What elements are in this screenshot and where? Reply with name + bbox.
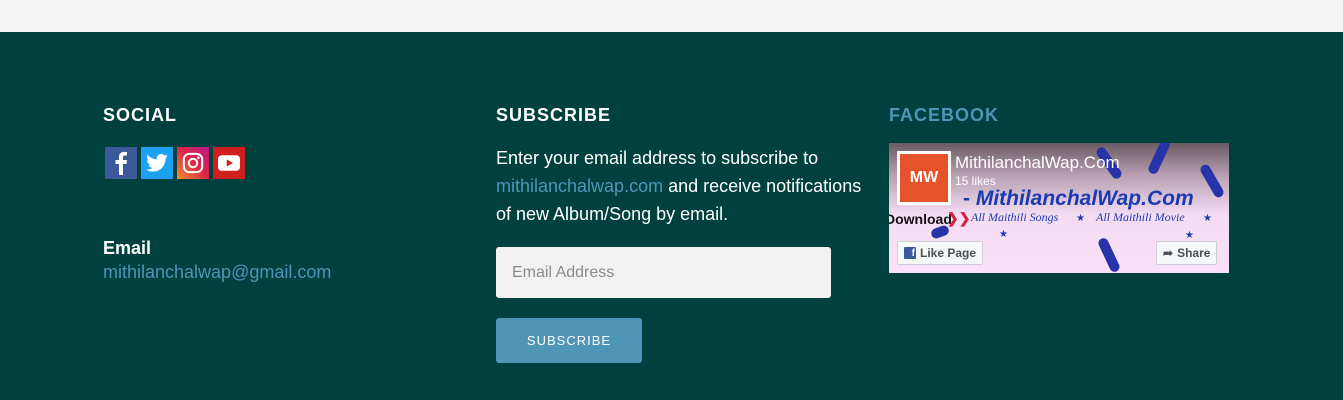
star-icon: ★	[1076, 213, 1085, 224]
page-logo[interactable]: MW	[897, 151, 951, 205]
page-name[interactable]: MithilanchalWap.Com	[955, 153, 1120, 173]
facebook-icon: f	[904, 247, 916, 259]
social-column: SOCIAL Email mithilanchalwap@gmail.com	[103, 104, 443, 285]
page-logo-mark: MW	[900, 154, 948, 202]
email-address-input[interactable]	[496, 247, 831, 298]
subscribe-description: Enter your email address to subscribe to…	[496, 144, 866, 228]
star-icon: ★	[1203, 213, 1212, 224]
cover-movie-text: All Maithili Movie	[1096, 210, 1185, 224]
subscribe-column: SUBSCRIBE Enter your email address to su…	[496, 104, 866, 363]
top-bar	[0, 0, 1343, 32]
share-button[interactable]: ➦ Share	[1156, 241, 1218, 265]
social-heading: SOCIAL	[103, 105, 178, 125]
cover-banner-text: - MithilanchalWap.Com	[963, 187, 1194, 210]
decorative-tube	[1096, 236, 1122, 273]
social-icons	[105, 147, 443, 179]
email-label: Email	[103, 238, 152, 258]
cover-songs-text: All Maithili Songs	[971, 210, 1059, 224]
like-page-label: Like Page	[920, 246, 977, 260]
cover-download-text: Download	[889, 211, 952, 227]
like-page-button[interactable]: f Like Page	[897, 241, 984, 265]
subscribe-site-link[interactable]: mithilanchalwap.com	[496, 176, 663, 196]
star-icon: ★	[1185, 230, 1194, 241]
facebook-heading: FACEBOOK	[889, 105, 1000, 125]
page-likes: 15 likes	[955, 174, 996, 188]
decorative-tube	[1146, 143, 1172, 176]
decorative-tube	[1198, 162, 1226, 200]
facebook-page-widget[interactable]: ★ ★ ★ ★ MW MithilanchalWap.Com 15 likes …	[889, 143, 1229, 273]
share-label: Share	[1177, 246, 1211, 260]
instagram-icon[interactable]	[177, 147, 209, 179]
email-link[interactable]: mithilanchalwap@gmail.com	[103, 262, 331, 282]
star-icon: ★	[999, 229, 1008, 240]
facebook-icon[interactable]	[105, 147, 137, 179]
subscribe-text-before: Enter your email address to subscribe to	[496, 148, 819, 168]
double-chevron-icon: ❯❯	[947, 210, 971, 226]
subscribe-heading: SUBSCRIBE	[496, 105, 612, 125]
subscribe-button[interactable]: SUBSCRIBE	[496, 318, 642, 363]
facebook-column: FACEBOOK ★ ★ ★ ★ MW MithilanchalWap.Com …	[889, 104, 1229, 273]
share-arrow-icon: ➦	[1163, 246, 1174, 260]
youtube-icon[interactable]	[213, 147, 245, 179]
twitter-icon[interactable]	[141, 147, 173, 179]
